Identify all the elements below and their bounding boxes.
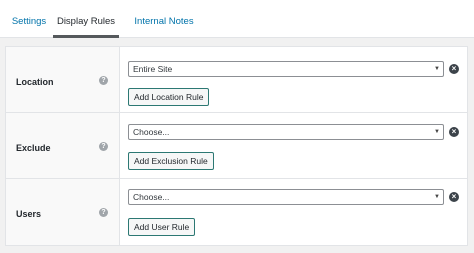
add-exclusion-rule-button[interactable]: Add Exclusion Rule	[128, 152, 214, 170]
exclude-select[interactable]: Choose... ▼	[128, 124, 444, 140]
users-select[interactable]: Choose... ▼	[128, 189, 444, 205]
chevron-down-icon: ▼	[434, 129, 440, 135]
tab-bar: Settings Display Rules Internal Notes	[0, 0, 474, 38]
location-select[interactable]: Entire Site ▼	[128, 61, 444, 77]
chevron-down-icon: ▼	[434, 66, 440, 72]
help-icon[interactable]: ?	[99, 208, 108, 217]
rule-label-location: Location	[16, 77, 54, 87]
display-rules-panel: Location ? Entire Site ▼ × Add Location …	[5, 46, 468, 246]
location-select-value: Entire Site	[133, 64, 173, 74]
rule-label-exclude: Exclude	[16, 143, 51, 153]
rule-row-users: Users ? Choose... ▼ × Add User Rule	[6, 179, 467, 245]
users-select-value: Choose...	[133, 192, 170, 202]
chevron-down-icon: ▼	[434, 194, 440, 200]
remove-icon[interactable]: ×	[449, 192, 459, 202]
rule-label-users: Users	[16, 209, 42, 219]
help-icon[interactable]: ?	[99, 142, 108, 151]
add-user-rule-button[interactable]: Add User Rule	[128, 218, 196, 236]
tab-settings[interactable]: Settings	[5, 0, 53, 38]
help-icon[interactable]: ?	[99, 76, 108, 85]
exclude-select-value: Choose...	[133, 127, 170, 137]
rule-row-location: Location ? Entire Site ▼ × Add Location …	[6, 47, 467, 113]
remove-icon[interactable]: ×	[449, 64, 459, 74]
rule-row-exclude: Exclude ? Choose... ▼ × Add Exclusion Ru…	[6, 113, 467, 179]
tab-internal-notes[interactable]: Internal Notes	[119, 0, 209, 38]
add-location-rule-button[interactable]: Add Location Rule	[128, 88, 210, 106]
remove-icon[interactable]: ×	[449, 127, 459, 137]
tab-display-rules[interactable]: Display Rules	[53, 0, 119, 38]
